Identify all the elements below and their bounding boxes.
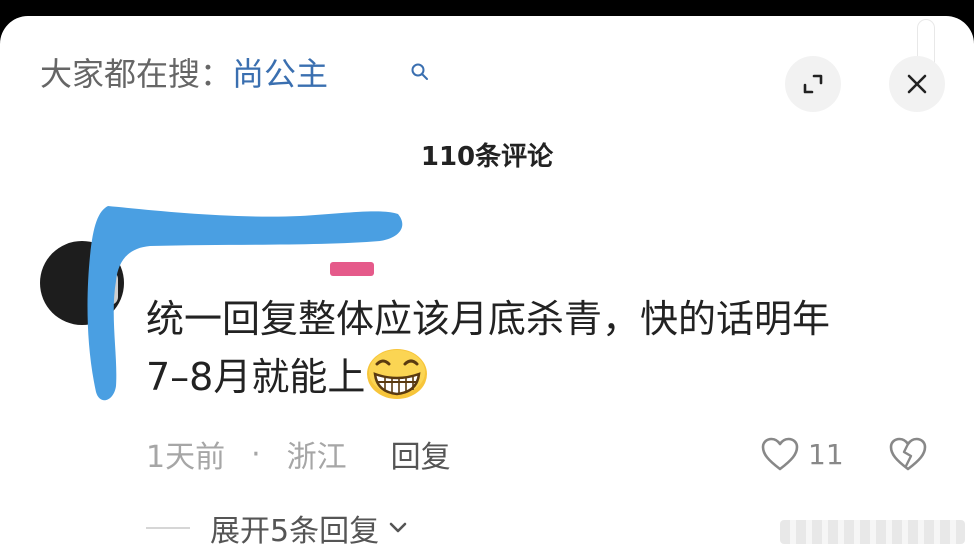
comments-count-title: 110条评论 [420, 142, 554, 172]
watermark [780, 520, 965, 544]
replies-divider [146, 527, 190, 529]
comment-line-1: 统一回复整体应该月底杀青，快的话明年 [146, 297, 831, 341]
avatar[interactable] [40, 241, 124, 325]
expand-icon [803, 74, 823, 94]
like-count: 11 [808, 437, 844, 471]
reply-button[interactable]: 回复 [391, 432, 451, 476]
expand-button[interactable] [785, 56, 841, 112]
meta-separator: · [251, 436, 261, 472]
comment-location: 浙江 [286, 440, 347, 475]
search-term-link[interactable]: 尚公主 [232, 49, 328, 95]
comment-time: 1天前 [146, 440, 226, 475]
broken-heart-icon[interactable] [888, 434, 928, 474]
grinning-emoji-icon [367, 349, 428, 399]
comment-line-2: 7–8月就能上 [146, 348, 906, 406]
expand-replies-label: 展开5条回复 [210, 514, 380, 547]
search-prefix: 大家都在搜： [40, 55, 233, 93]
comments-sheet: 大家都在搜： 尚公主 110条评论 统一回复整体应该月底杀青，快的话明年 7–8… [0, 16, 974, 547]
chevron-down-icon [389, 522, 407, 533]
close-icon [907, 74, 927, 94]
suggested-search[interactable]: 大家都在搜： 尚公主 [40, 50, 328, 94]
expand-replies[interactable]: 展开5条回复 [146, 508, 411, 547]
comment-line-2-text: 7–8月就能上 [146, 355, 366, 399]
close-button[interactable] [889, 56, 945, 112]
comment-body: 统一回复整体应该月底杀青，快的话明年 7–8月就能上 [146, 290, 906, 406]
search-icon[interactable] [410, 62, 430, 82]
avatar-face [98, 271, 118, 305]
heart-icon [761, 437, 799, 471]
like-button[interactable]: 11 [760, 434, 844, 474]
username-badge [330, 262, 374, 276]
comment-meta: 1天前 · 浙江 回复 [146, 432, 451, 476]
